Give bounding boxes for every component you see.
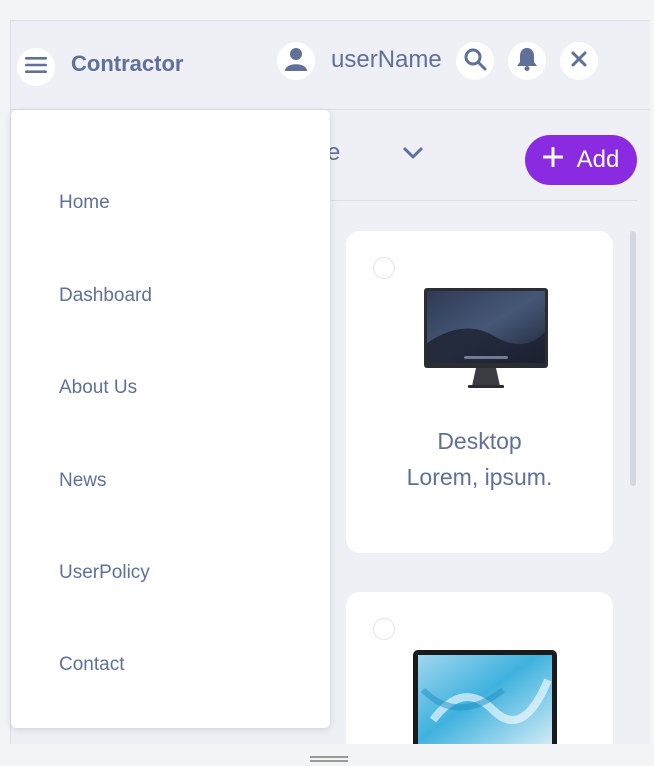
product-card[interactable]: Desktop Lorem, ipsum. bbox=[346, 231, 613, 553]
header-bar: Contractor userName bbox=[11, 21, 650, 110]
card-subtitle: Lorem, ipsum. bbox=[406, 464, 553, 490]
drawer-item-contact[interactable]: Contact bbox=[59, 654, 124, 676]
macbook-laptop-image bbox=[413, 650, 557, 744]
imac-desktop-image bbox=[424, 288, 548, 395]
drawer-item-about-us[interactable]: About Us bbox=[59, 377, 137, 399]
toolbar-divider bbox=[331, 200, 637, 201]
card-select-radio[interactable] bbox=[373, 618, 395, 640]
notifications-button[interactable] bbox=[508, 42, 546, 80]
username-label: userName bbox=[331, 46, 442, 73]
drawer-item-user-policy[interactable]: UserPolicy bbox=[59, 562, 150, 584]
menu-button[interactable] bbox=[17, 48, 55, 86]
user-avatar-button[interactable] bbox=[277, 42, 315, 80]
hamburger-icon bbox=[25, 56, 47, 79]
close-icon bbox=[571, 51, 587, 72]
card-title: Desktop bbox=[437, 428, 522, 454]
add-button-label: Add bbox=[576, 146, 620, 173]
resize-handle[interactable] bbox=[310, 756, 348, 762]
vertical-scrollbar[interactable] bbox=[630, 231, 636, 486]
drawer-item-home[interactable]: Home bbox=[59, 192, 110, 214]
drawer-item-news[interactable]: News bbox=[59, 470, 107, 492]
bell-icon bbox=[516, 47, 538, 76]
card-select-radio[interactable] bbox=[373, 257, 395, 279]
close-button[interactable] bbox=[560, 42, 598, 80]
drawer-item-dashboard[interactable]: Dashboard bbox=[59, 285, 152, 307]
user-icon bbox=[285, 47, 307, 76]
add-button[interactable]: Add bbox=[525, 135, 637, 185]
plus-icon bbox=[542, 146, 564, 174]
search-button[interactable] bbox=[456, 42, 494, 80]
product-card[interactable] bbox=[346, 592, 613, 744]
nav-drawer: Home Dashboard About Us News UserPolicy … bbox=[11, 110, 330, 728]
search-icon bbox=[463, 47, 487, 76]
brand-title: Contractor bbox=[71, 51, 184, 76]
chevron-down-icon[interactable] bbox=[401, 141, 425, 165]
